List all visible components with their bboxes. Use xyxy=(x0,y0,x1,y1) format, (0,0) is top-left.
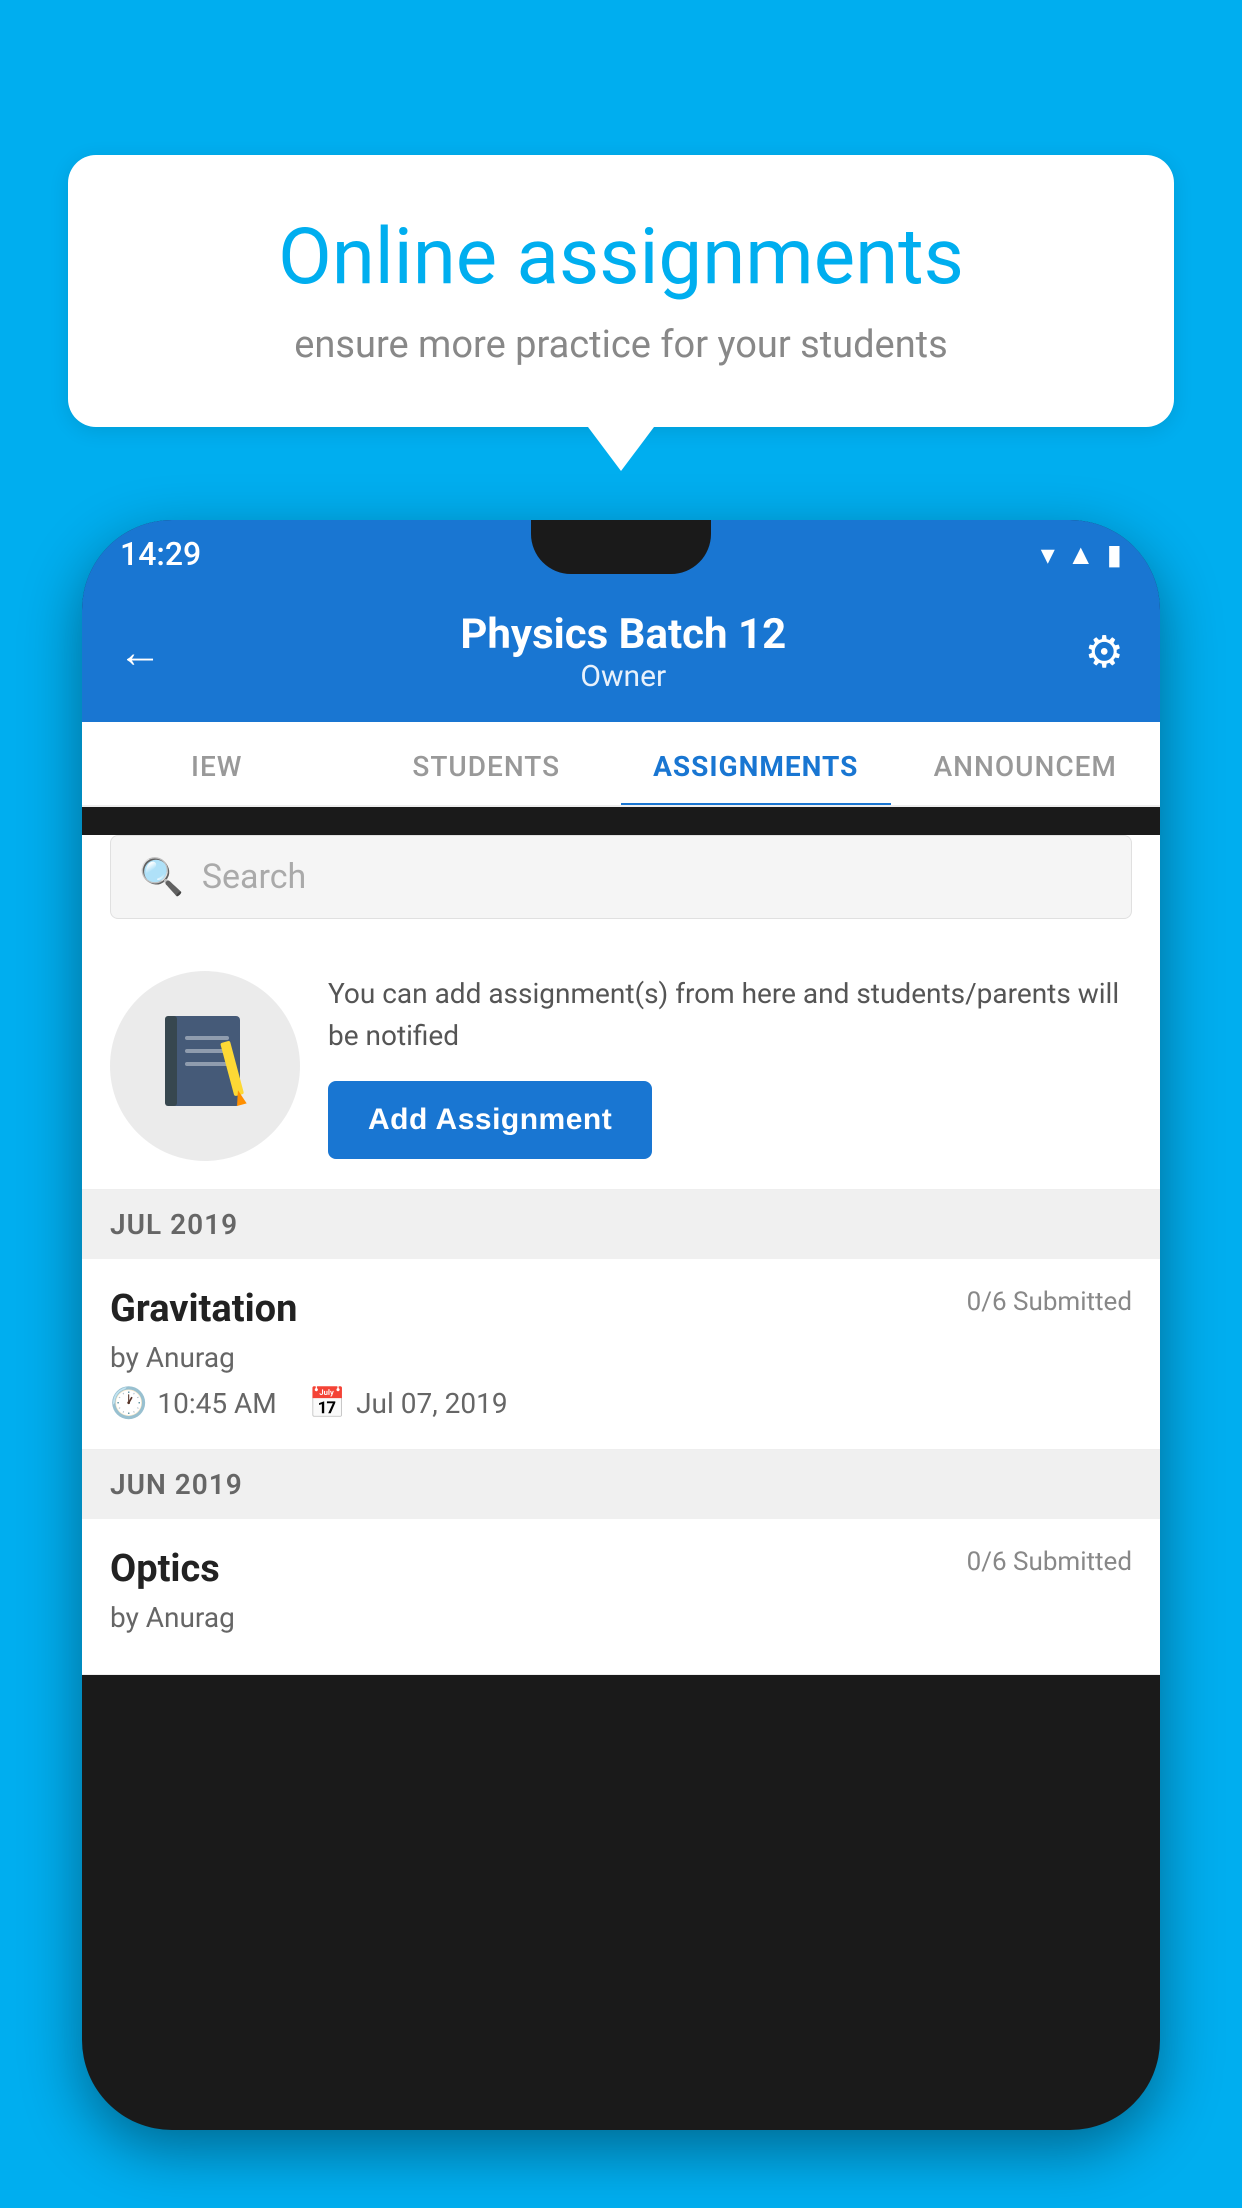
month-header-jul: JUL 2019 xyxy=(82,1190,1160,1259)
assignment-submitted: 0/6 Submitted xyxy=(967,1287,1132,1317)
phone-notch xyxy=(531,520,711,574)
tab-assignments[interactable]: ASSIGNMENTS xyxy=(621,722,891,805)
assignment-item-optics[interactable]: Optics 0/6 Submitted by Anurag xyxy=(82,1519,1160,1675)
clock-icon: 🕐 xyxy=(110,1386,147,1421)
assignment-title: Gravitation xyxy=(110,1287,297,1331)
bubble-title: Online assignments xyxy=(138,215,1104,301)
promo-description: You can add assignment(s) from here and … xyxy=(328,973,1132,1057)
header-title: Physics Batch 12 xyxy=(460,610,786,659)
search-icon: 🔍 xyxy=(139,856,184,898)
tab-overview[interactable]: IEW xyxy=(82,722,352,805)
tabs-container: IEW STUDENTS ASSIGNMENTS ANNOUNCEM xyxy=(82,722,1160,807)
notebook-icon xyxy=(155,1011,255,1121)
add-assignment-button[interactable]: Add Assignment xyxy=(328,1081,652,1159)
promo-section: You can add assignment(s) from here and … xyxy=(82,943,1160,1190)
search-placeholder: Search xyxy=(202,857,306,897)
settings-icon[interactable]: ⚙ xyxy=(1085,626,1124,678)
status-icons: ▾ ▲ ▮ xyxy=(1041,538,1122,571)
signal-icon: ▲ xyxy=(1067,538,1095,571)
assignment-date: 📅 Jul 07, 2019 xyxy=(309,1386,508,1421)
content-area: 🔍 Search xyxy=(82,835,1160,1675)
search-bar[interactable]: 🔍 Search xyxy=(110,835,1132,919)
phone-container: 14:29 ▾ ▲ ▮ ← Physics Batch 12 Owner ⚙ I… xyxy=(82,520,1160,2208)
optics-submitted: 0/6 Submitted xyxy=(967,1547,1132,1577)
bubble-subtitle: ensure more practice for your students xyxy=(138,323,1104,367)
optics-author: by Anurag xyxy=(110,1601,1132,1634)
header-subtitle: Owner xyxy=(460,659,786,694)
promo-icon-circle xyxy=(110,971,300,1161)
phone-frame: 14:29 ▾ ▲ ▮ ← Physics Batch 12 Owner ⚙ I… xyxy=(82,520,1160,2130)
wifi-icon: ▾ xyxy=(1041,538,1055,571)
assignment-date-value: Jul 07, 2019 xyxy=(356,1387,508,1420)
back-button[interactable]: ← xyxy=(118,626,162,678)
battery-icon: ▮ xyxy=(1107,538,1122,571)
speech-bubble-container: Online assignments ensure more practice … xyxy=(68,155,1174,427)
month-header-jun: JUN 2019 xyxy=(82,1450,1160,1519)
promo-content: You can add assignment(s) from here and … xyxy=(328,973,1132,1159)
assignment-meta: 🕐 10:45 AM 📅 Jul 07, 2019 xyxy=(110,1386,1132,1421)
assignment-item-gravitation[interactable]: Gravitation 0/6 Submitted by Anurag 🕐 10… xyxy=(82,1259,1160,1450)
tab-announcements[interactable]: ANNOUNCEM xyxy=(891,722,1161,805)
assignment-top-row-optics: Optics 0/6 Submitted xyxy=(110,1547,1132,1591)
optics-title: Optics xyxy=(110,1547,220,1591)
header-title-container: Physics Batch 12 Owner xyxy=(460,610,786,694)
assignment-top-row: Gravitation 0/6 Submitted xyxy=(110,1287,1132,1331)
status-time: 14:29 xyxy=(120,535,201,573)
app-header: ← Physics Batch 12 Owner ⚙ xyxy=(82,588,1160,722)
calendar-icon: 📅 xyxy=(309,1386,346,1421)
assignment-author: by Anurag xyxy=(110,1341,1132,1374)
speech-bubble: Online assignments ensure more practice … xyxy=(68,155,1174,427)
assignment-time-value: 10:45 AM xyxy=(157,1387,276,1420)
assignment-time: 🕐 10:45 AM xyxy=(110,1386,277,1421)
status-bar: 14:29 ▾ ▲ ▮ xyxy=(82,520,1160,588)
tab-students[interactable]: STUDENTS xyxy=(352,722,622,805)
